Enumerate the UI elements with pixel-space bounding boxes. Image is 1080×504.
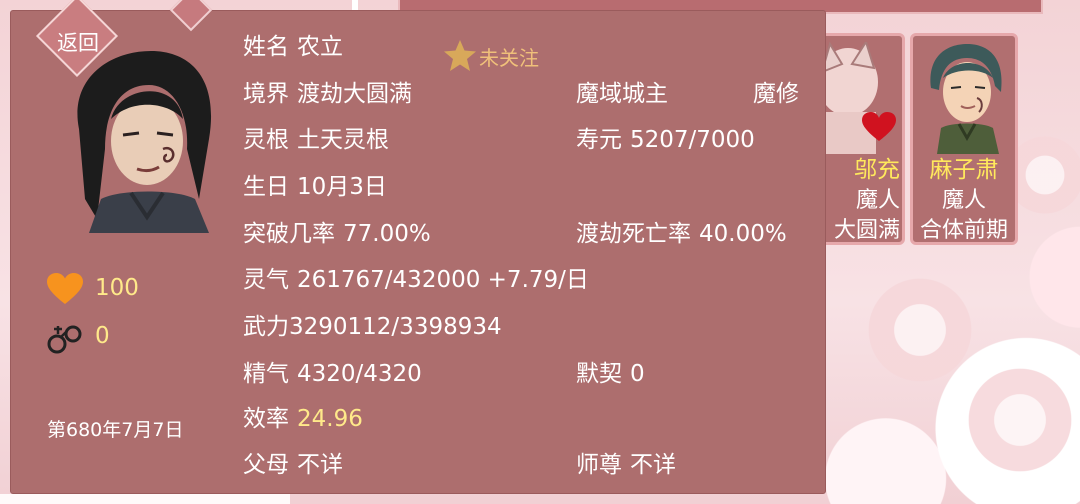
parents-value: 不详 (297, 452, 343, 478)
tribulation-death-row: 渡劫死亡率 40.00% (576, 220, 787, 248)
character-race: 魔人 (855, 188, 900, 213)
birthday-row: 生日 10月3日 (243, 173, 387, 201)
breakthrough-label: 突破几率 (243, 221, 335, 247)
lifespan-value: 5207/7000 (630, 127, 755, 153)
title-value: 魔域城主 (576, 81, 668, 107)
character-realm: 大圆满 (833, 218, 900, 243)
game-date: 第680年7月7日 (47, 419, 184, 441)
force-label: 武力 (243, 314, 289, 340)
realm-row: 境界 渡劫大圆满 (243, 80, 412, 108)
top-strip (352, 0, 358, 10)
sect-value: 魔修 (753, 81, 799, 107)
affection-value: 100 (95, 275, 139, 301)
bottom-left-bar (0, 494, 290, 504)
breakthrough-value: 77.00% (343, 221, 431, 247)
back-button[interactable]: 返回 (35, 0, 120, 78)
blossom-decoration (960, 360, 1080, 480)
follow-button[interactable]: 未关注 (443, 40, 539, 71)
root-row: 灵根 土天灵根 (243, 126, 389, 154)
realm-label: 境界 (243, 81, 289, 107)
force-value: 3290112/3398934 (289, 314, 502, 340)
essence-label: 精气 (243, 361, 289, 387)
heart-icon (862, 112, 896, 141)
character-name: 麻子肃 (929, 157, 999, 183)
follow-label: 未关注 (479, 45, 539, 70)
master-row: 师尊 不详 (576, 451, 676, 479)
essence-value: 4320/4320 (297, 361, 422, 387)
name-value: 农立 (297, 34, 343, 60)
qi-row: 灵气 261767/432000 +7.79/日 (243, 266, 589, 294)
qi-label: 灵气 (243, 267, 289, 293)
heart-icon (47, 273, 83, 304)
character-realm: 合体前期 (919, 218, 1008, 243)
star-icon (444, 40, 476, 71)
efficiency-label: 效率 (243, 406, 289, 432)
qi-value: 261767/432000 +7.79/日 (297, 267, 589, 293)
efficiency-row: 效率 24.96 (243, 405, 363, 433)
rapport-value: 0 (630, 361, 645, 387)
force-row: 武力3290112/3398934 (243, 313, 502, 341)
blossom-decoration (860, 270, 980, 390)
name-label: 姓名 (243, 34, 289, 60)
birthday-value: 10月3日 (297, 174, 387, 200)
lifespan-row: 寿元 5207/7000 (576, 126, 755, 154)
root-label: 灵根 (243, 127, 289, 153)
name-row: 姓名 农立 (243, 33, 343, 61)
lifespan-label: 寿元 (576, 127, 622, 153)
character-portrait (930, 44, 1002, 154)
back-button-label: 返回 (57, 31, 99, 55)
master-label: 师尊 (576, 452, 622, 478)
tribulation-death-value: 40.00% (699, 221, 787, 247)
parents-label: 父母 (243, 452, 289, 478)
parents-row: 父母 不详 (243, 451, 343, 479)
captivity-value: 0 (95, 323, 110, 349)
character-race: 魔人 (941, 188, 986, 213)
character-name: 邬充 (854, 157, 900, 183)
diamond-decoration (169, 0, 213, 32)
handcuffs-icon (47, 325, 82, 354)
character-card[interactable]: 麻子肃 魔人 合体前期 (910, 33, 1018, 245)
master-value: 不详 (630, 452, 676, 478)
efficiency-value: 24.96 (297, 406, 363, 432)
rapport-row: 默契 0 (576, 360, 645, 388)
essence-row: 精气 4320/4320 (243, 360, 422, 388)
birthday-label: 生日 (243, 174, 289, 200)
character-detail-panel: 100 0 第680年7月7日 姓名 农立 未关注 境界 渡劫大圆满 魔域城主 魔修… (10, 0, 826, 494)
breakthrough-row: 突破几率 77.00% (243, 220, 431, 248)
tribulation-death-label: 渡劫死亡率 (576, 221, 691, 247)
root-value: 土天灵根 (297, 127, 389, 153)
realm-value: 渡劫大圆满 (297, 81, 412, 107)
rapport-label: 默契 (576, 361, 622, 387)
